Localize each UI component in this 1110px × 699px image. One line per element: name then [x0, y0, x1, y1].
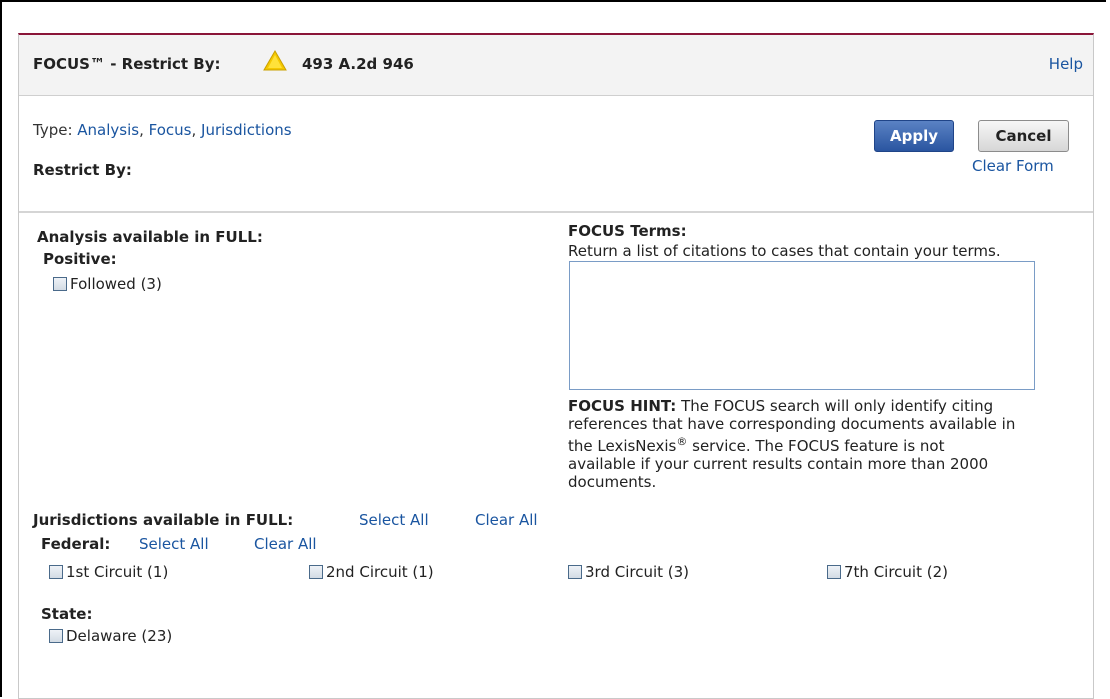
help-link[interactable]: Help [1049, 55, 1083, 73]
checkbox-delaware[interactable]: Delaware (23) [49, 627, 172, 645]
checkbox-label: Followed (3) [70, 275, 162, 293]
focus-hint-text-3a: the LexisNexis [568, 437, 677, 455]
jurisdictions-clear-all[interactable]: Clear All [475, 511, 538, 529]
type-link-jurisdictions[interactable]: Jurisdictions [201, 121, 292, 139]
panel-title: FOCUS™ - Restrict By: [33, 55, 221, 73]
focus-hint-text-1: The FOCUS search will only identify citi… [676, 397, 994, 415]
clear-form-link[interactable]: Clear Form [972, 157, 1054, 175]
checkbox-label: 3rd Circuit (3) [585, 563, 690, 581]
type-link-analysis[interactable]: Analysis [77, 121, 139, 139]
focus-hint-text-4: available if your current results contai… [568, 455, 989, 473]
type-link-focus[interactable]: Focus [149, 121, 192, 139]
federal-label: Federal: [41, 535, 111, 553]
checkbox-2nd-circuit[interactable]: 2nd Circuit (1) [309, 563, 434, 581]
apply-button[interactable]: Apply [874, 120, 954, 152]
focus-terms-input[interactable] [569, 261, 1035, 390]
restrict-by-label: Restrict By: [33, 161, 132, 179]
jurisdictions-title: Jurisdictions available in FULL: [33, 511, 294, 529]
checkbox-label: 1st Circuit (1) [66, 563, 169, 581]
focus-hint-text-3b: service. The FOCUS feature is not [687, 437, 945, 455]
focus-terms-title: FOCUS Terms: [568, 222, 687, 240]
checkbox-1st-circuit[interactable]: 1st Circuit (1) [49, 563, 168, 581]
cancel-button[interactable]: Cancel [978, 120, 1069, 152]
restrict-summary: Type: Analysis, Focus, Jurisdictions Res… [19, 96, 1093, 213]
panel-header: FOCUS™ - Restrict By: 493 A.2d 946 Help [19, 35, 1093, 96]
analysis-title: Analysis available in FULL: [37, 228, 263, 246]
focus-hint: FOCUS HINT: The FOCUS search will only i… [568, 397, 1093, 491]
focus-terms-description: Return a list of citations to cases that… [568, 242, 1001, 260]
registered-mark: ® [676, 435, 688, 448]
focus-panel: FOCUS™ - Restrict By: 493 A.2d 946 Help … [18, 33, 1094, 699]
focus-hint-label: FOCUS HINT: [568, 397, 677, 415]
checkbox-label: Delaware (23) [66, 627, 173, 645]
checkbox-box[interactable] [49, 565, 63, 579]
state-label: State: [41, 605, 93, 623]
jurisdictions-select-all[interactable]: Select All [359, 511, 429, 529]
checkbox-7th-circuit[interactable]: 7th Circuit (2) [827, 563, 948, 581]
focus-hint-text-2: references that have corresponding docum… [568, 415, 1016, 433]
positive-label: Positive: [43, 250, 117, 268]
federal-select-all[interactable]: Select All [139, 535, 209, 553]
checkbox-label: 7th Circuit (2) [844, 563, 948, 581]
warning-triangle-icon [263, 50, 287, 71]
checkbox-box[interactable] [49, 629, 63, 643]
checkbox-box[interactable] [568, 565, 582, 579]
checkbox-followed[interactable]: Followed (3) [53, 275, 162, 293]
checkbox-box[interactable] [309, 565, 323, 579]
focus-hint-text-5: documents. [568, 473, 657, 491]
citation: 493 A.2d 946 [302, 55, 414, 73]
type-line: Type: Analysis, Focus, Jurisdictions [33, 121, 292, 139]
checkbox-label: 2nd Circuit (1) [326, 563, 434, 581]
type-prefix: Type: [33, 121, 78, 139]
checkbox-box[interactable] [53, 277, 67, 291]
checkbox-box[interactable] [827, 565, 841, 579]
federal-clear-all[interactable]: Clear All [254, 535, 317, 553]
checkbox-3rd-circuit[interactable]: 3rd Circuit (3) [568, 563, 689, 581]
